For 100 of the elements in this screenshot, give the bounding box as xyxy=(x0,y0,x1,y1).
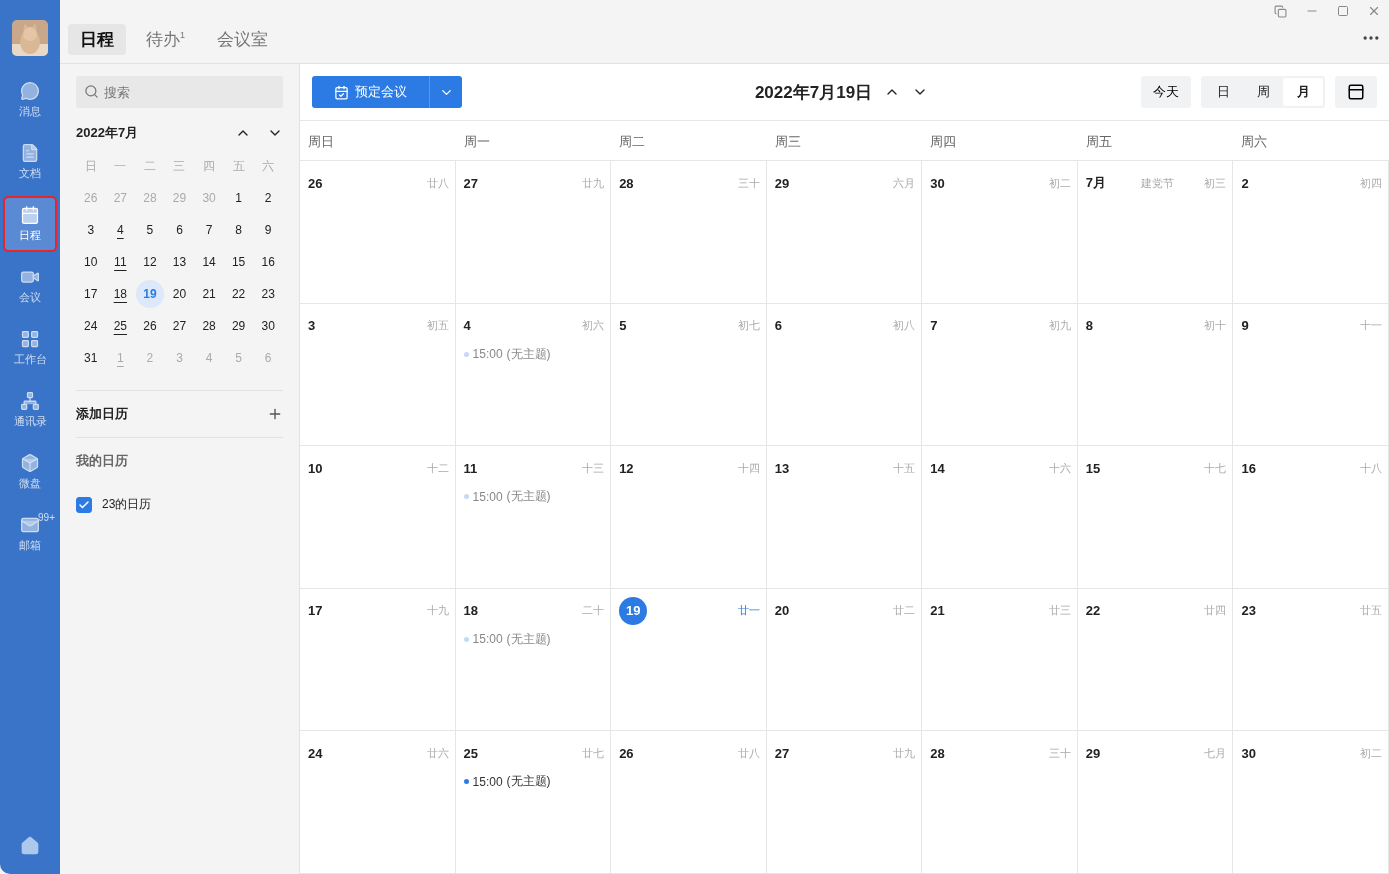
lunar-date: 初八 xyxy=(893,318,916,334)
date-cell[interactable]: 23 xyxy=(254,280,283,308)
weekday-label: 二 xyxy=(142,158,157,175)
weekday-header: 周一 xyxy=(462,133,491,151)
unread-count: 99+ xyxy=(38,512,55,523)
weekday-label: 日 xyxy=(83,158,98,175)
section-heading: 我的日历 xyxy=(76,452,128,470)
date-cell[interactable]: 17 xyxy=(76,280,105,308)
weekday-label: 四 xyxy=(202,158,217,175)
date-cell[interactable]: 15 xyxy=(224,248,253,276)
date-cell[interactable]: 2 xyxy=(254,184,283,212)
day-number: 28 xyxy=(619,175,634,191)
day-number: 20 xyxy=(774,603,790,619)
event-item[interactable]: 15:00 (无主题) xyxy=(463,773,605,791)
maximize-icon[interactable] xyxy=(1337,5,1349,17)
date-cell[interactable]: 12 xyxy=(135,248,164,276)
date-cell[interactable]: 13 xyxy=(165,248,194,276)
date-cell[interactable]: 1 xyxy=(224,184,253,212)
day-number: 22 xyxy=(1085,603,1101,619)
lunar-date: 二十 xyxy=(582,603,605,619)
nav-item[interactable]: 邮箱 99+ xyxy=(5,508,55,560)
date-cell[interactable]: 31 xyxy=(76,344,105,372)
layout-button[interactable] xyxy=(1335,76,1377,108)
tab[interactable]: 日程 xyxy=(68,24,126,55)
cube-icon xyxy=(20,453,40,473)
date-cell[interactable]: 5 xyxy=(135,216,164,244)
lunar-date: 初二 xyxy=(1048,175,1071,191)
search-icon xyxy=(84,84,99,99)
day-number: 11 xyxy=(463,460,478,476)
pop-out-icon[interactable] xyxy=(1274,4,1287,18)
date-cell[interactable]: 6 xyxy=(165,216,194,244)
date-cell[interactable]: 9 xyxy=(254,216,283,244)
day-number: 15 xyxy=(1085,460,1101,476)
lunar-date: 六月 xyxy=(893,175,916,191)
date-cell[interactable]: 22 xyxy=(224,280,253,308)
view-toggle[interactable]: 日 xyxy=(1203,78,1243,106)
day-number: 12 xyxy=(619,460,634,476)
nav-item[interactable]: 微盘 xyxy=(5,446,55,498)
date-cell[interactable]: 14 xyxy=(195,248,224,276)
date-cell[interactable]: 30 xyxy=(254,312,283,340)
view-toggle[interactable]: 月 xyxy=(1283,78,1323,106)
date-cell[interactable]: 27 xyxy=(165,312,194,340)
date-cell[interactable]: 7 xyxy=(195,216,224,244)
home-icon[interactable] xyxy=(20,836,40,856)
tab[interactable]: 会议室 xyxy=(205,24,280,55)
day-number: 30 xyxy=(1241,745,1256,761)
lunar-date: 初四 xyxy=(1360,175,1382,191)
nav-item[interactable]: 工作台 xyxy=(5,322,55,374)
date-cell[interactable]: 4 xyxy=(106,216,135,244)
lunar-date: 廿九 xyxy=(582,175,605,191)
date-cell[interactable]: 28 xyxy=(195,312,224,340)
lunar-date: 廿九 xyxy=(893,745,916,761)
date-cell[interactable]: 16 xyxy=(254,248,283,276)
nav-item[interactable]: 消息 xyxy=(5,74,55,126)
lunar-date: 十六 xyxy=(1048,460,1071,476)
search-field[interactable]: 搜索 xyxy=(76,76,283,108)
date-cell[interactable]: 24 xyxy=(76,312,105,340)
date-cell[interactable]: 21 xyxy=(195,280,224,308)
lunar-date: 廿一 xyxy=(737,603,760,619)
lunar-date: 初九 xyxy=(1048,318,1071,334)
date-cell[interactable]: 10 xyxy=(76,248,105,276)
day-number: 7 xyxy=(930,318,938,334)
checkbox[interactable] xyxy=(76,496,92,513)
add-icon[interactable] xyxy=(267,406,283,422)
month-title: 2022年7月 xyxy=(76,124,139,142)
add-calendar-label[interactable]: 添加日历 xyxy=(76,405,128,423)
day-number: 4 xyxy=(463,318,471,334)
date-cell[interactable]: 8 xyxy=(224,216,253,244)
lunar-date: 十八 xyxy=(1360,460,1382,476)
date-title: 2022年7月19日 xyxy=(754,81,873,104)
date-cell[interactable]: 29 xyxy=(224,312,253,340)
lunar-date: 初二 xyxy=(1360,745,1382,761)
view-toggle[interactable]: 周 xyxy=(1243,78,1283,106)
calendar-icon xyxy=(20,205,40,225)
mail-icon xyxy=(20,515,40,535)
nav-item[interactable]: 通讯录 xyxy=(5,384,55,436)
day-number: 30 xyxy=(930,175,945,191)
event-item[interactable]: 15:00 (无主题) xyxy=(463,488,605,506)
day-number: 27 xyxy=(774,745,790,761)
date-cell[interactable]: 25 xyxy=(106,312,135,340)
day-number: 9 xyxy=(1241,318,1249,334)
date-cell[interactable]: 26 xyxy=(135,312,164,340)
nav-item[interactable]: 会议 xyxy=(5,260,55,312)
day-number: 21 xyxy=(930,603,945,619)
panel-icon xyxy=(1347,83,1365,101)
lunar-date: 初六 xyxy=(582,318,605,334)
event-item[interactable]: 15:00 (无主题) xyxy=(463,630,605,648)
close-icon[interactable] xyxy=(1367,4,1381,18)
lunar-date: 十一 xyxy=(1360,318,1382,334)
tab[interactable]: 待办$^{1}$ xyxy=(134,24,197,55)
date-cell[interactable]: 3 xyxy=(76,216,105,244)
weekday-label: 六 xyxy=(261,158,276,175)
event-item[interactable]: 15:00 (无主题) xyxy=(463,345,605,363)
day-number: 25 xyxy=(463,745,479,761)
date-cell[interactable]: 11 xyxy=(106,248,135,276)
lunar-date: 十五 xyxy=(893,460,916,476)
nav-item[interactable]: 文档 xyxy=(5,136,55,188)
date-cell[interactable]: 20 xyxy=(165,280,194,308)
date-cell[interactable]: 18 xyxy=(106,280,135,308)
today-button[interactable]: 今天 xyxy=(1141,76,1191,108)
